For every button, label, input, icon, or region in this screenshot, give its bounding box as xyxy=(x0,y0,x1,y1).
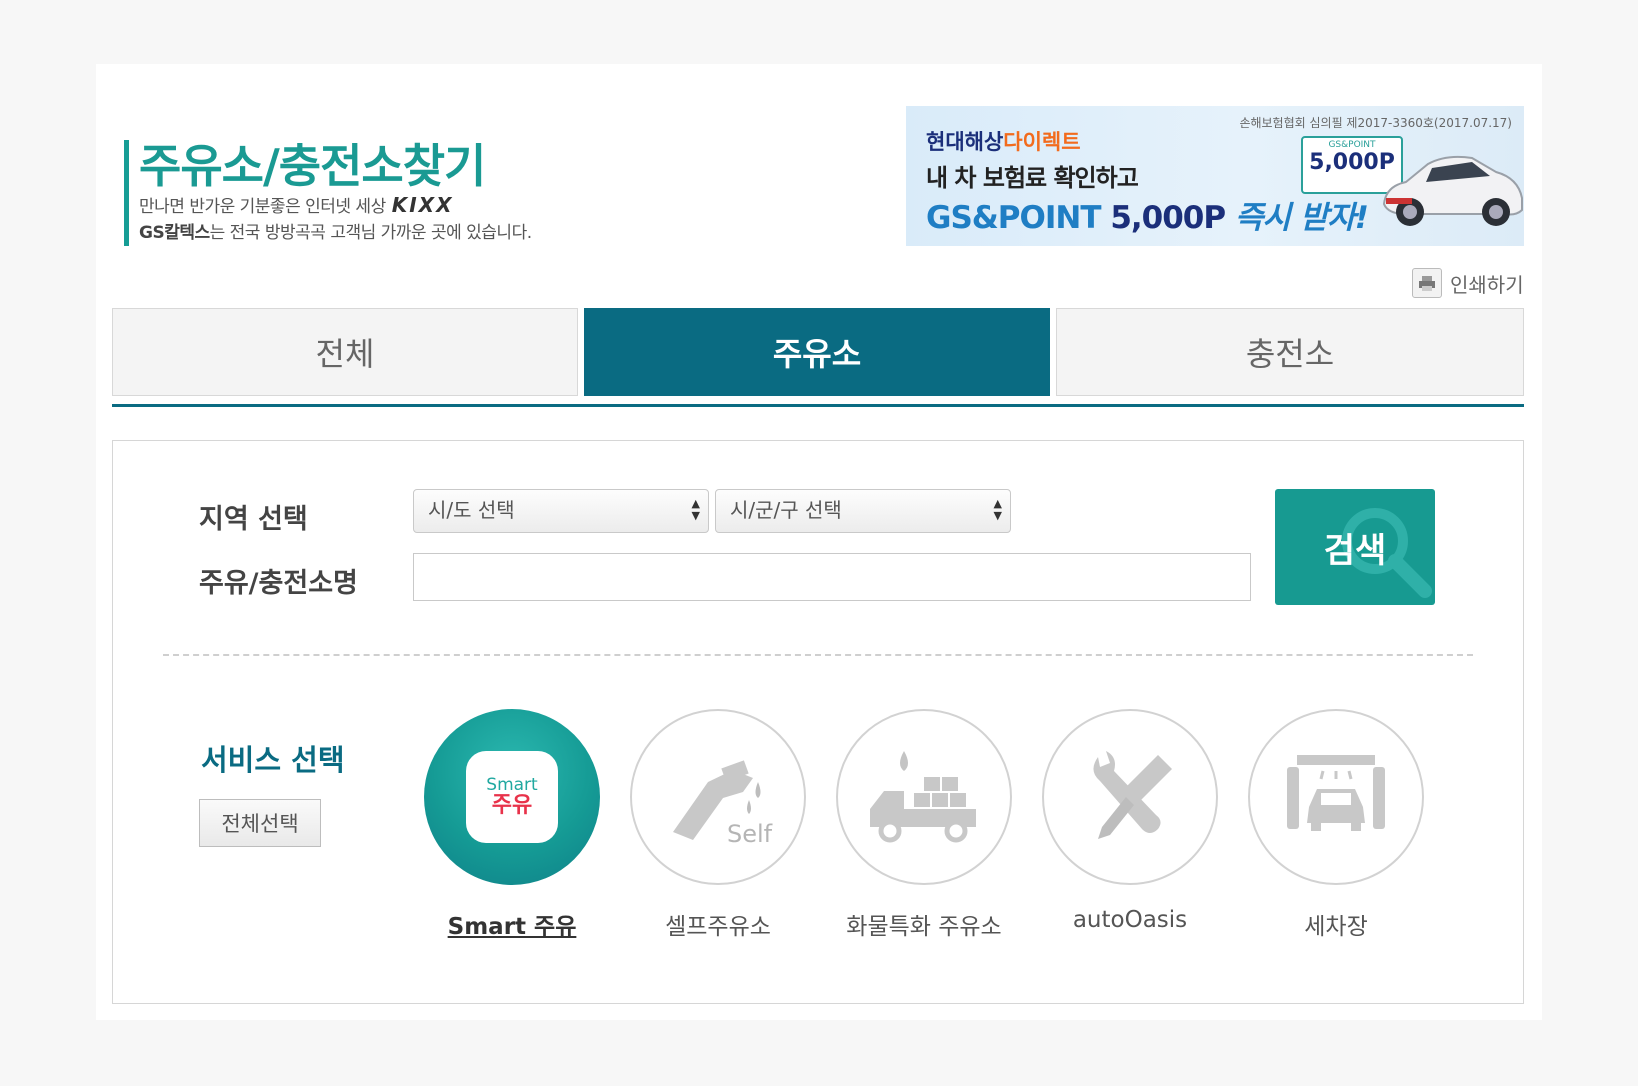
banner-offer-action: 즉시 받자! xyxy=(1234,200,1369,236)
divider xyxy=(163,654,1473,656)
service-smart-fuel[interactable]: Smart 주유 Smart 주유 xyxy=(423,709,601,941)
banner-brand-name: 현대해상 xyxy=(926,130,1004,154)
tab-gas-station[interactable]: 주유소 xyxy=(584,308,1050,396)
self-text: Self xyxy=(727,820,773,848)
smart-fuel-app-icon: Smart 주유 xyxy=(466,751,558,843)
service-auto-oasis[interactable]: autoOasis xyxy=(1041,709,1219,933)
search-form: 지역 선택 시/도 선택 ▲ ▼ 시/군/구 선택 ▲ ▼ 주유/충전소명 검색 서… xyxy=(112,440,1524,1004)
header-subtitle-2: GS칼텍스는 전국 방방곡곡 고객님 가까운 곳에 있습니다. xyxy=(139,220,532,246)
insurance-ad-banner[interactable]: 손해보험협회 심의필 제2017-3360호(2017.07.17) 현대해상다… xyxy=(906,106,1524,246)
banner-brand: 현대해상다이렉트 xyxy=(926,126,1081,156)
station-name-label: 주유/충전소명 xyxy=(199,568,358,599)
select-all-button[interactable]: 전체선택 xyxy=(199,799,321,847)
station-type-tabs: 전체 주유소 충전소 xyxy=(112,308,1524,407)
select-arrows-icon: ▲ ▼ xyxy=(691,497,700,522)
service-icon-circle xyxy=(836,709,1012,885)
self-fuel-nozzle-icon: Self xyxy=(673,760,773,848)
banner-offer-prefix: GS&POINT xyxy=(926,200,1102,236)
banner-brand-accent: 다이렉트 xyxy=(1003,130,1081,154)
print-label: 인쇄하기 xyxy=(1450,272,1524,297)
tab-charging-station[interactable]: 충전소 xyxy=(1056,308,1524,396)
station-name-input[interactable] xyxy=(413,553,1251,601)
subtitle-2-text: 는 전국 방방곡곡 고객님 가까운 곳에 있습니다. xyxy=(209,223,533,243)
gs-caltex-text: GS칼텍스 xyxy=(139,223,210,243)
search-button[interactable]: 검색 xyxy=(1275,489,1435,605)
service-label: 화물특화 주유소 xyxy=(846,914,1002,940)
car-wash-icon xyxy=(1287,755,1385,831)
banner-offer: GS&POINT 5,000P 즉시 받자! xyxy=(926,192,1369,237)
subtitle-text: 만나면 반가운 기분좋은 인터넷 세상 xyxy=(139,197,386,217)
sigungu-select[interactable]: 시/군/구 선택 ▲ ▼ xyxy=(715,489,1011,533)
service-label: Smart 주유 xyxy=(447,914,577,940)
service-icon-circle xyxy=(1042,709,1218,885)
service-icon-circle: Smart 주유 xyxy=(424,709,600,885)
printer-icon xyxy=(1412,268,1442,298)
tab-all[interactable]: 전체 xyxy=(112,308,578,396)
service-self-station[interactable]: Self 셀프주유소 xyxy=(629,709,807,941)
cargo-truck-icon xyxy=(870,751,976,843)
service-icon-circle: Self xyxy=(630,709,806,885)
select-arrows-icon: ▲ ▼ xyxy=(993,497,1002,522)
service-icon-circle xyxy=(1248,709,1424,885)
sido-select[interactable]: 시/도 선택 ▲ ▼ xyxy=(413,489,709,533)
smart-app-korean: 주유 xyxy=(491,793,533,818)
kixx-logo: KIXX xyxy=(391,193,454,217)
service-label: 셀프주유소 xyxy=(665,914,771,940)
service-select-label: 서비스 선택 xyxy=(201,743,345,777)
sigungu-select-value: 시/군/구 선택 xyxy=(730,498,842,522)
smart-app-text: Smart xyxy=(486,775,538,795)
banner-notice: 손해보험협회 심의필 제2017-3360호(2017.07.17) xyxy=(1239,116,1512,130)
service-cargo-station[interactable]: 화물특화 주유소 xyxy=(835,709,1013,941)
page-header: 주유소/충전소찾기 만나면 반가운 기분좋은 인터넷 세상 KIXX GS칼텍스는… xyxy=(124,140,532,246)
print-button[interactable]: 인쇄하기 xyxy=(1412,268,1524,298)
region-label: 지역 선택 xyxy=(199,504,308,535)
banner-headline: 내 차 보험료 확인하고 xyxy=(926,164,1139,192)
sido-select-value: 시/도 선택 xyxy=(428,498,515,522)
page-title: 주유소/충전소찾기 xyxy=(139,139,486,193)
wrench-screwdriver-icon xyxy=(1093,751,1172,839)
header-subtitle-1: 만나면 반가운 기분좋은 인터넷 세상 KIXX xyxy=(139,192,532,220)
service-car-wash[interactable]: 세차장 xyxy=(1247,709,1425,941)
service-label: 세차장 xyxy=(1304,914,1368,940)
service-label: autoOasis xyxy=(1072,907,1188,933)
search-button-label: 검색 xyxy=(1323,530,1387,571)
car-image xyxy=(1382,155,1523,226)
banner-offer-amount: 5,000P xyxy=(1110,200,1226,236)
